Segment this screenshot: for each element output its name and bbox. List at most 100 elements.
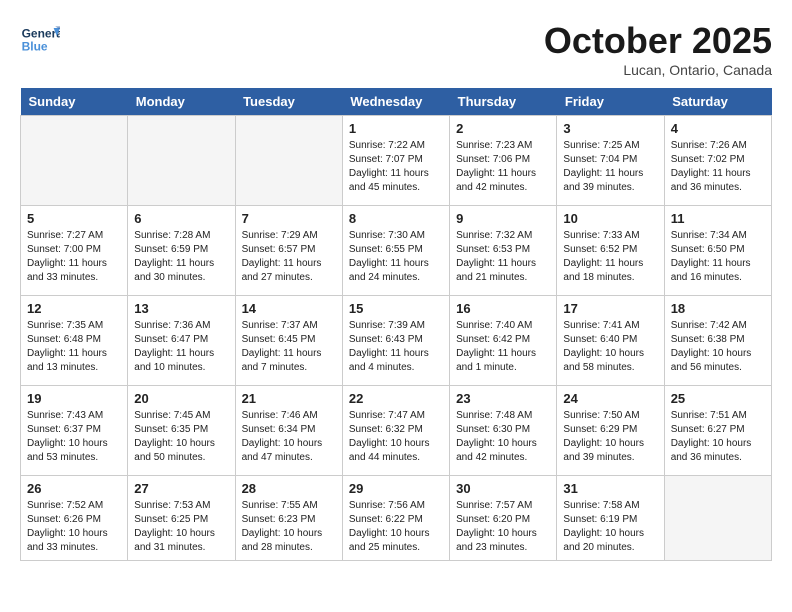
day-number: 14 bbox=[242, 301, 336, 316]
calendar-cell: 30 Sunrise: 7:57 AM Sunset: 6:20 PM Dayli… bbox=[450, 476, 557, 561]
calendar-cell: 9Sunrise: 7:32 AM Sunset: 6:53 PM Daylig… bbox=[450, 206, 557, 296]
week-row-2: 5 Sunrise: 7:27 AM Sunset: 7:00 PM Daylig… bbox=[21, 206, 772, 296]
day-number: 23 bbox=[456, 391, 550, 406]
calendar-cell bbox=[128, 116, 235, 206]
header-row: SundayMondayTuesdayWednesdayThursdayFrid… bbox=[21, 88, 772, 116]
day-info: Sunrise: 7:34 AM Sunset: 6:50 PM Dayligh… bbox=[671, 229, 765, 285]
calendar-cell: 17 Sunrise: 7:41 AM Sunset: 6:40 PM Dayli… bbox=[557, 296, 664, 386]
day-info: Sunrise: 7:58 AM Sunset: 6:19 PM Dayligh… bbox=[563, 499, 657, 555]
calendar-cell: 1Sunrise: 7:22 AM Sunset: 7:07 PM Daylig… bbox=[342, 116, 449, 206]
header-day-sunday: Sunday bbox=[21, 88, 128, 116]
week-row-1: 1Sunrise: 7:22 AM Sunset: 7:07 PM Daylig… bbox=[21, 116, 772, 206]
day-info: Sunrise: 7:30 AM Sunset: 6:55 PM Dayligh… bbox=[349, 229, 443, 285]
header-day-tuesday: Tuesday bbox=[235, 88, 342, 116]
day-info: Sunrise: 7:28 AM Sunset: 6:59 PM Dayligh… bbox=[134, 229, 228, 285]
day-number: 5 bbox=[27, 211, 121, 226]
logo-icon: General Blue bbox=[20, 20, 60, 60]
day-info: Sunrise: 7:26 AM Sunset: 7:02 PM Dayligh… bbox=[671, 139, 765, 195]
day-info: Sunrise: 7:55 AM Sunset: 6:23 PM Dayligh… bbox=[242, 499, 336, 555]
day-number: 19 bbox=[27, 391, 121, 406]
day-info: Sunrise: 7:22 AM Sunset: 7:07 PM Dayligh… bbox=[349, 139, 443, 195]
day-info: Sunrise: 7:25 AM Sunset: 7:04 PM Dayligh… bbox=[563, 139, 657, 195]
day-info: Sunrise: 7:52 AM Sunset: 6:26 PM Dayligh… bbox=[27, 499, 121, 555]
calendar-cell: 13 Sunrise: 7:36 AM Sunset: 6:47 PM Dayli… bbox=[128, 296, 235, 386]
day-info: Sunrise: 7:37 AM Sunset: 6:45 PM Dayligh… bbox=[242, 319, 336, 375]
calendar-cell: 16 Sunrise: 7:40 AM Sunset: 6:42 PM Dayli… bbox=[450, 296, 557, 386]
header-day-wednesday: Wednesday bbox=[342, 88, 449, 116]
week-row-4: 19 Sunrise: 7:43 AM Sunset: 6:37 PM Dayli… bbox=[21, 386, 772, 476]
day-info: Sunrise: 7:53 AM Sunset: 6:25 PM Dayligh… bbox=[134, 499, 228, 555]
day-number: 21 bbox=[242, 391, 336, 406]
day-number: 4 bbox=[671, 121, 765, 136]
day-info: Sunrise: 7:46 AM Sunset: 6:34 PM Dayligh… bbox=[242, 409, 336, 465]
day-info: Sunrise: 7:41 AM Sunset: 6:40 PM Dayligh… bbox=[563, 319, 657, 375]
day-number: 24 bbox=[563, 391, 657, 406]
calendar-cell: 22 Sunrise: 7:47 AM Sunset: 6:32 PM Dayli… bbox=[342, 386, 449, 476]
calendar-cell: 27 Sunrise: 7:53 AM Sunset: 6:25 PM Dayli… bbox=[128, 476, 235, 561]
calendar-cell: 31 Sunrise: 7:58 AM Sunset: 6:19 PM Dayli… bbox=[557, 476, 664, 561]
calendar-cell: 19 Sunrise: 7:43 AM Sunset: 6:37 PM Dayli… bbox=[21, 386, 128, 476]
calendar-cell: 2Sunrise: 7:23 AM Sunset: 7:06 PM Daylig… bbox=[450, 116, 557, 206]
header-day-monday: Monday bbox=[128, 88, 235, 116]
day-info: Sunrise: 7:47 AM Sunset: 6:32 PM Dayligh… bbox=[349, 409, 443, 465]
day-info: Sunrise: 7:27 AM Sunset: 7:00 PM Dayligh… bbox=[27, 229, 121, 285]
day-number: 13 bbox=[134, 301, 228, 316]
day-number: 8 bbox=[349, 211, 443, 226]
day-number: 10 bbox=[563, 211, 657, 226]
day-number: 26 bbox=[27, 481, 121, 496]
day-number: 31 bbox=[563, 481, 657, 496]
calendar-cell: 12 Sunrise: 7:35 AM Sunset: 6:48 PM Dayli… bbox=[21, 296, 128, 386]
calendar-cell: 7 Sunrise: 7:29 AM Sunset: 6:57 PM Daylig… bbox=[235, 206, 342, 296]
calendar-cell: 6 Sunrise: 7:28 AM Sunset: 6:59 PM Daylig… bbox=[128, 206, 235, 296]
day-info: Sunrise: 7:51 AM Sunset: 6:27 PM Dayligh… bbox=[671, 409, 765, 465]
calendar-cell bbox=[235, 116, 342, 206]
calendar-cell: 10 Sunrise: 7:33 AM Sunset: 6:52 PM Dayli… bbox=[557, 206, 664, 296]
day-info: Sunrise: 7:50 AM Sunset: 6:29 PM Dayligh… bbox=[563, 409, 657, 465]
calendar-cell: 14 Sunrise: 7:37 AM Sunset: 6:45 PM Dayli… bbox=[235, 296, 342, 386]
calendar-cell: 29Sunrise: 7:56 AM Sunset: 6:22 PM Dayli… bbox=[342, 476, 449, 561]
day-number: 12 bbox=[27, 301, 121, 316]
day-info: Sunrise: 7:45 AM Sunset: 6:35 PM Dayligh… bbox=[134, 409, 228, 465]
calendar-cell: 26 Sunrise: 7:52 AM Sunset: 6:26 PM Dayli… bbox=[21, 476, 128, 561]
calendar-cell: 24 Sunrise: 7:50 AM Sunset: 6:29 PM Dayli… bbox=[557, 386, 664, 476]
calendar-cell: 21 Sunrise: 7:46 AM Sunset: 6:34 PM Dayli… bbox=[235, 386, 342, 476]
day-number: 2 bbox=[456, 121, 550, 136]
day-number: 16 bbox=[456, 301, 550, 316]
day-number: 30 bbox=[456, 481, 550, 496]
logo: General Blue bbox=[20, 20, 60, 60]
day-info: Sunrise: 7:40 AM Sunset: 6:42 PM Dayligh… bbox=[456, 319, 550, 375]
svg-text:Blue: Blue bbox=[22, 39, 48, 53]
calendar-cell: 20 Sunrise: 7:45 AM Sunset: 6:35 PM Dayli… bbox=[128, 386, 235, 476]
week-row-3: 12 Sunrise: 7:35 AM Sunset: 6:48 PM Dayli… bbox=[21, 296, 772, 386]
calendar-cell: 28 Sunrise: 7:55 AM Sunset: 6:23 PM Dayli… bbox=[235, 476, 342, 561]
day-number: 25 bbox=[671, 391, 765, 406]
calendar-cell bbox=[664, 476, 771, 561]
day-info: Sunrise: 7:43 AM Sunset: 6:37 PM Dayligh… bbox=[27, 409, 121, 465]
day-number: 20 bbox=[134, 391, 228, 406]
day-number: 28 bbox=[242, 481, 336, 496]
day-info: Sunrise: 7:33 AM Sunset: 6:52 PM Dayligh… bbox=[563, 229, 657, 285]
calendar-cell bbox=[21, 116, 128, 206]
day-number: 22 bbox=[349, 391, 443, 406]
week-row-5: 26 Sunrise: 7:52 AM Sunset: 6:26 PM Dayli… bbox=[21, 476, 772, 561]
day-number: 11 bbox=[671, 211, 765, 226]
day-info: Sunrise: 7:29 AM Sunset: 6:57 PM Dayligh… bbox=[242, 229, 336, 285]
day-info: Sunrise: 7:42 AM Sunset: 6:38 PM Dayligh… bbox=[671, 319, 765, 375]
day-number: 7 bbox=[242, 211, 336, 226]
calendar-table: SundayMondayTuesdayWednesdayThursdayFrid… bbox=[20, 88, 772, 561]
month-title: October 2025 bbox=[544, 20, 772, 62]
page-header: General Blue October 2025 Lucan, Ontario… bbox=[20, 20, 772, 78]
day-info: Sunrise: 7:48 AM Sunset: 6:30 PM Dayligh… bbox=[456, 409, 550, 465]
calendar-cell: 3Sunrise: 7:25 AM Sunset: 7:04 PM Daylig… bbox=[557, 116, 664, 206]
header-day-saturday: Saturday bbox=[664, 88, 771, 116]
day-info: Sunrise: 7:36 AM Sunset: 6:47 PM Dayligh… bbox=[134, 319, 228, 375]
day-number: 17 bbox=[563, 301, 657, 316]
day-number: 27 bbox=[134, 481, 228, 496]
day-info: Sunrise: 7:39 AM Sunset: 6:43 PM Dayligh… bbox=[349, 319, 443, 375]
calendar-cell: 5 Sunrise: 7:27 AM Sunset: 7:00 PM Daylig… bbox=[21, 206, 128, 296]
calendar-cell: 15Sunrise: 7:39 AM Sunset: 6:43 PM Dayli… bbox=[342, 296, 449, 386]
day-info: Sunrise: 7:35 AM Sunset: 6:48 PM Dayligh… bbox=[27, 319, 121, 375]
day-number: 18 bbox=[671, 301, 765, 316]
day-number: 6 bbox=[134, 211, 228, 226]
day-info: Sunrise: 7:57 AM Sunset: 6:20 PM Dayligh… bbox=[456, 499, 550, 555]
